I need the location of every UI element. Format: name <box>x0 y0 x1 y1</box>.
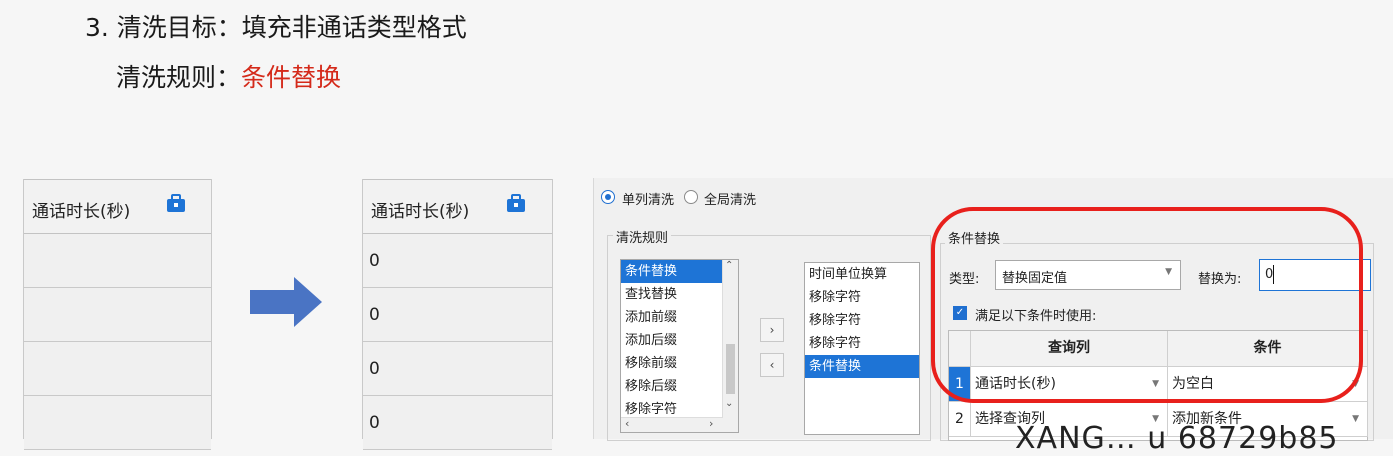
list-item[interactable]: 条件替换 <box>621 260 738 283</box>
scroll-right-icon[interactable]: › <box>709 417 713 430</box>
available-rules-list[interactable]: 条件替换 查找替换 添加前缀 添加后缀 移除前缀 移除后缀 移除字符 ⌃ ⌄ ‹… <box>620 259 739 433</box>
single-column-radio[interactable] <box>601 190 615 204</box>
rule-label: 清洗规则： <box>116 63 242 92</box>
list-item[interactable]: 移除字符 <box>805 309 919 332</box>
highlight-ring <box>931 207 1363 403</box>
after-column-table: 通话时长(秒) 0 0 0 0 <box>362 179 553 450</box>
list-item[interactable]: 移除字符 <box>805 332 919 355</box>
global-radio[interactable] <box>684 190 698 204</box>
list-item[interactable]: 移除前缀 <box>621 352 738 375</box>
table-row <box>24 342 211 396</box>
list-item[interactable]: 查找替换 <box>621 283 738 306</box>
table-row: 0 <box>363 234 552 288</box>
table-row: 0 <box>363 396 552 450</box>
table-row <box>24 234 211 288</box>
slide-heading-rule: 清洗规则：条件替换 <box>116 58 341 94</box>
single-column-label: 单列清洗 <box>622 193 675 208</box>
rule-value: 条件替换 <box>241 63 342 92</box>
rules-group-label: 清洗规则 <box>613 227 672 246</box>
scroll-down-icon[interactable]: ⌄ <box>725 398 733 409</box>
after-column-header[interactable]: 通话时长(秒) <box>363 179 552 234</box>
list-item[interactable]: 条件替换 <box>805 355 919 378</box>
slide-heading-goal: 3. 清洗目标：填充非通话类型格式 <box>85 13 467 42</box>
before-column-header[interactable]: 通话时长(秒) <box>24 179 211 234</box>
scrollbar-thumb[interactable] <box>726 344 735 394</box>
horizontal-scrollbar[interactable]: ‹ › <box>621 417 723 432</box>
add-rule-button[interactable]: › <box>760 318 784 342</box>
vertical-scrollbar[interactable]: ⌃ ⌄ <box>722 260 738 432</box>
global-label: 全局清洗 <box>704 193 757 208</box>
remove-rule-button[interactable]: ‹ <box>760 353 784 377</box>
list-item[interactable]: 添加后缀 <box>621 329 738 352</box>
list-item[interactable]: 移除后缀 <box>621 375 738 398</box>
chevron-down-icon[interactable]: ▼ <box>1352 402 1359 436</box>
before-column-table: 通话时长(秒) <box>23 179 212 450</box>
list-item[interactable]: 添加前缀 <box>621 306 738 329</box>
grid-row-number[interactable]: 2 <box>949 402 971 437</box>
applied-rules-list[interactable]: 时间单位换算 移除字符 移除字符 移除字符 条件替换 <box>804 262 920 435</box>
list-item[interactable]: 移除字符 <box>805 286 919 309</box>
table-row <box>24 288 211 342</box>
table-row: 0 <box>363 288 552 342</box>
table-row: 0 <box>363 342 552 396</box>
scroll-up-icon[interactable]: ⌃ <box>725 260 733 271</box>
right-arrow-icon <box>250 277 322 327</box>
table-row <box>24 396 211 450</box>
clean-icon[interactable] <box>505 193 527 213</box>
before-column-header-label: 通话时长(秒) <box>32 202 131 222</box>
after-column-header-label: 通话时长(秒) <box>371 202 470 222</box>
list-item[interactable]: 时间单位换算 <box>805 263 919 286</box>
clean-icon[interactable] <box>165 193 187 213</box>
scroll-left-icon[interactable]: ‹ <box>625 417 629 430</box>
